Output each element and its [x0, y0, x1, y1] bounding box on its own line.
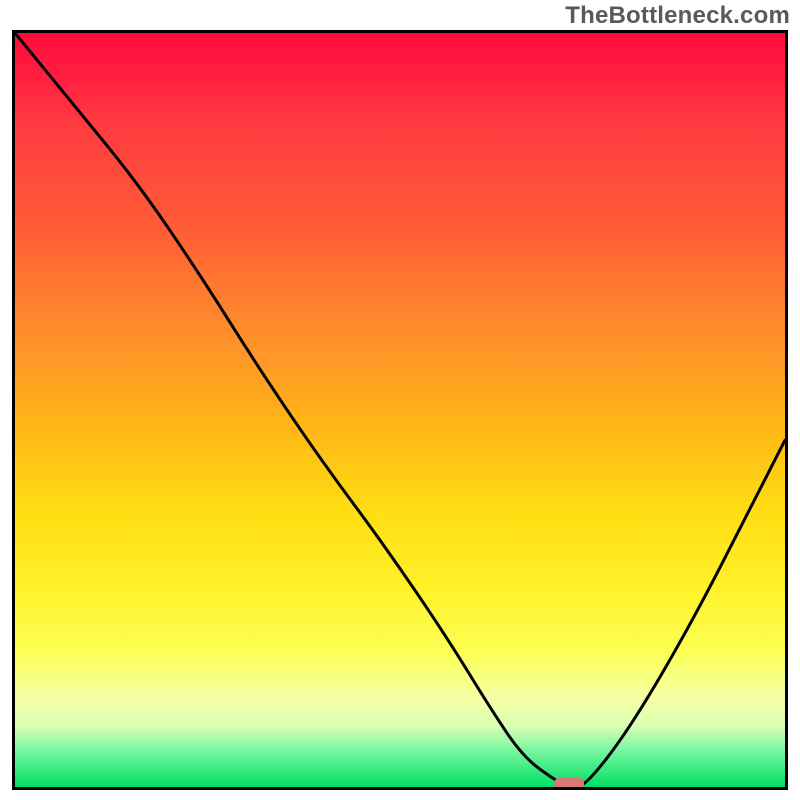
minimum-marker	[554, 777, 584, 790]
bottleneck-curve-path	[15, 33, 785, 787]
bottleneck-chart: TheBottleneck.com	[0, 0, 800, 800]
watermark-text: TheBottleneck.com	[565, 2, 790, 30]
plot-area	[12, 30, 788, 790]
curve-svg	[15, 33, 785, 787]
